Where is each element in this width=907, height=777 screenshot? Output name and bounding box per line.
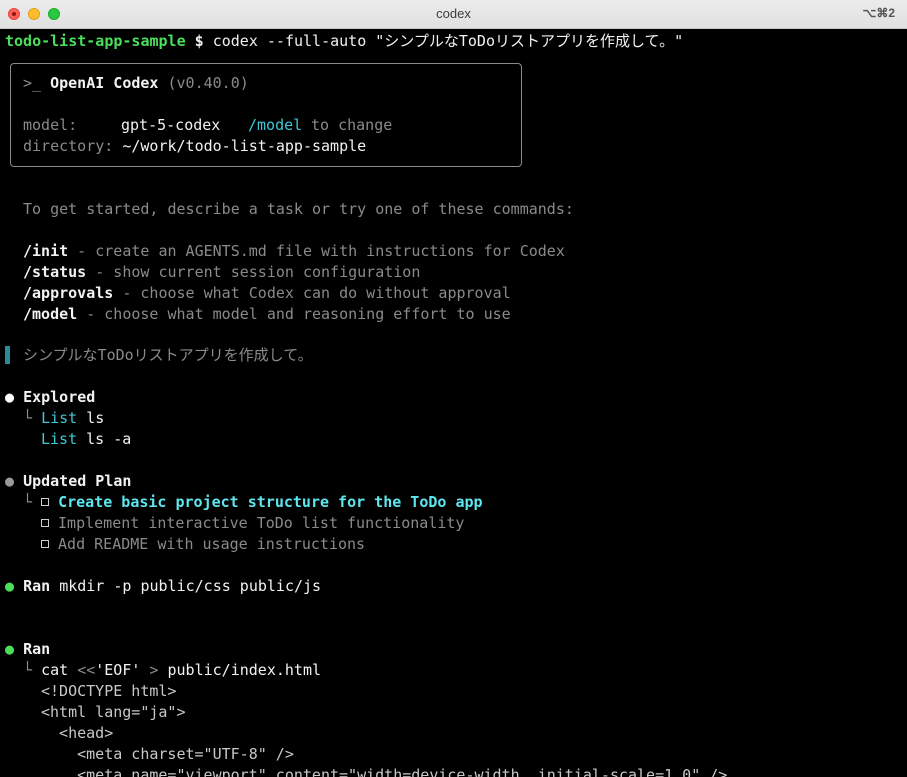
intro-text: To get started, describe a task or try o…	[23, 200, 574, 218]
command-desc: - show current session configuration	[86, 263, 421, 281]
checkbox-icon	[41, 497, 50, 506]
model-label: model:	[23, 116, 78, 134]
prompt-directory: todo-list-app-sample	[5, 32, 186, 50]
plan-item: └ Create basic project structure for the…	[23, 492, 483, 513]
model-command: /model	[248, 116, 303, 134]
bullet-icon: ●	[5, 472, 15, 490]
code-line: <meta name="viewport" content="width=dev…	[41, 766, 728, 777]
banner-directory-row: directory: ~/work/todo-list-app-sample	[23, 136, 366, 157]
code-line: <head>	[41, 724, 114, 742]
branch-icon: └	[23, 493, 33, 511]
model-hint: to change	[311, 116, 393, 134]
code-line: <html lang="ja">	[41, 703, 186, 721]
checkbox-icon	[41, 518, 49, 527]
command-name: /approvals	[23, 284, 114, 302]
prompt-symbol: $	[194, 32, 204, 50]
plan-item: Implement interactive ToDo list function…	[41, 513, 464, 534]
explored-title: Explored	[23, 388, 96, 406]
terminal-output[interactable]: todo-list-app-sample $ codex --full-auto…	[0, 29, 907, 777]
banner-model-row: model: gpt-5-codex/model to change	[23, 115, 392, 136]
command-name: /status	[23, 263, 87, 281]
plan-header: ● Updated Plan	[5, 471, 131, 492]
cmd-file: public/index.html	[167, 661, 322, 679]
checkbox-icon	[41, 539, 49, 548]
plan-item-text: Add README with usage instructions	[58, 535, 366, 553]
user-message-bar	[5, 346, 10, 364]
window-titlebar: codex ⌥⌘2	[0, 0, 907, 29]
cmd-redir: >	[140, 661, 168, 679]
window-title: codex	[436, 6, 471, 21]
cmd-pre: cat	[41, 661, 78, 679]
explored-arg: ls	[86, 409, 105, 427]
code-line: <meta charset="UTF-8" />	[41, 745, 294, 763]
banner-prefix: >_	[23, 74, 42, 92]
explored-arg: ls -a	[86, 430, 132, 448]
bullet-icon: ●	[5, 388, 15, 406]
directory-label: directory:	[23, 137, 114, 155]
plan-item: Add README with usage instructions	[41, 534, 365, 555]
model-value: gpt-5-codex	[121, 116, 221, 134]
ran-entry: ● Ran	[5, 639, 50, 660]
command-item: /model - choose what model and reasoning…	[23, 304, 511, 325]
plan-item-text: Implement interactive ToDo list function…	[58, 514, 465, 532]
ran-title: Ran	[23, 577, 51, 595]
command-desc: - choose what model and reasoning effort…	[77, 305, 511, 323]
command-name: /init	[23, 242, 69, 260]
ran-command: └ cat <<'EOF' > public/index.html	[23, 660, 321, 681]
explored-verb: List	[41, 409, 78, 427]
branch-icon: └	[23, 409, 33, 427]
plan-item-text-active: Create basic project structure for the T…	[58, 493, 483, 511]
command-item: /status - show current session configura…	[23, 262, 420, 283]
ran-entry: ● Ran mkdir -p public/css public/js	[5, 576, 321, 597]
explored-item: List ls -a	[41, 429, 131, 450]
banner-header: >_ OpenAI Codex (v0.40.0)	[23, 73, 249, 94]
prompt-command: codex --full-auto "シンプルなToDoリストアプリを作成して。…	[212, 32, 684, 50]
shell-prompt: todo-list-app-sample $ codex --full-auto…	[5, 31, 683, 52]
cmd-op: <<	[77, 661, 96, 679]
command-item: /approvals - choose what Codex can do wi…	[23, 283, 511, 304]
command-name: /model	[23, 305, 78, 323]
bullet-icon: ●	[5, 640, 15, 658]
command-desc: - create an AGENTS.md file with instruct…	[68, 242, 565, 260]
ran-title: Ran	[23, 640, 51, 658]
explored-header: ● Explored	[5, 387, 95, 408]
code-line: <!DOCTYPE html>	[41, 682, 177, 700]
ran-command: mkdir -p public/css public/js	[59, 577, 322, 595]
command-item: /init - create an AGENTS.md file with in…	[23, 241, 565, 262]
bullet-icon: ●	[5, 577, 15, 595]
branch-icon: └	[23, 661, 33, 679]
command-desc: - choose what Codex can do without appro…	[113, 284, 511, 302]
explored-verb: List	[41, 430, 78, 448]
banner-version: (v0.40.0)	[167, 74, 249, 92]
window-shortcut: ⌥⌘2	[862, 6, 895, 20]
plan-title: Updated Plan	[23, 472, 132, 490]
cmd-eof: 'EOF'	[95, 661, 141, 679]
explored-item: └ List ls	[23, 408, 104, 429]
banner-app-name: OpenAI Codex	[50, 74, 159, 92]
user-message: シンプルなToDoリストアプリを作成して。	[23, 346, 313, 364]
directory-value: ~/work/todo-list-app-sample	[122, 137, 367, 155]
